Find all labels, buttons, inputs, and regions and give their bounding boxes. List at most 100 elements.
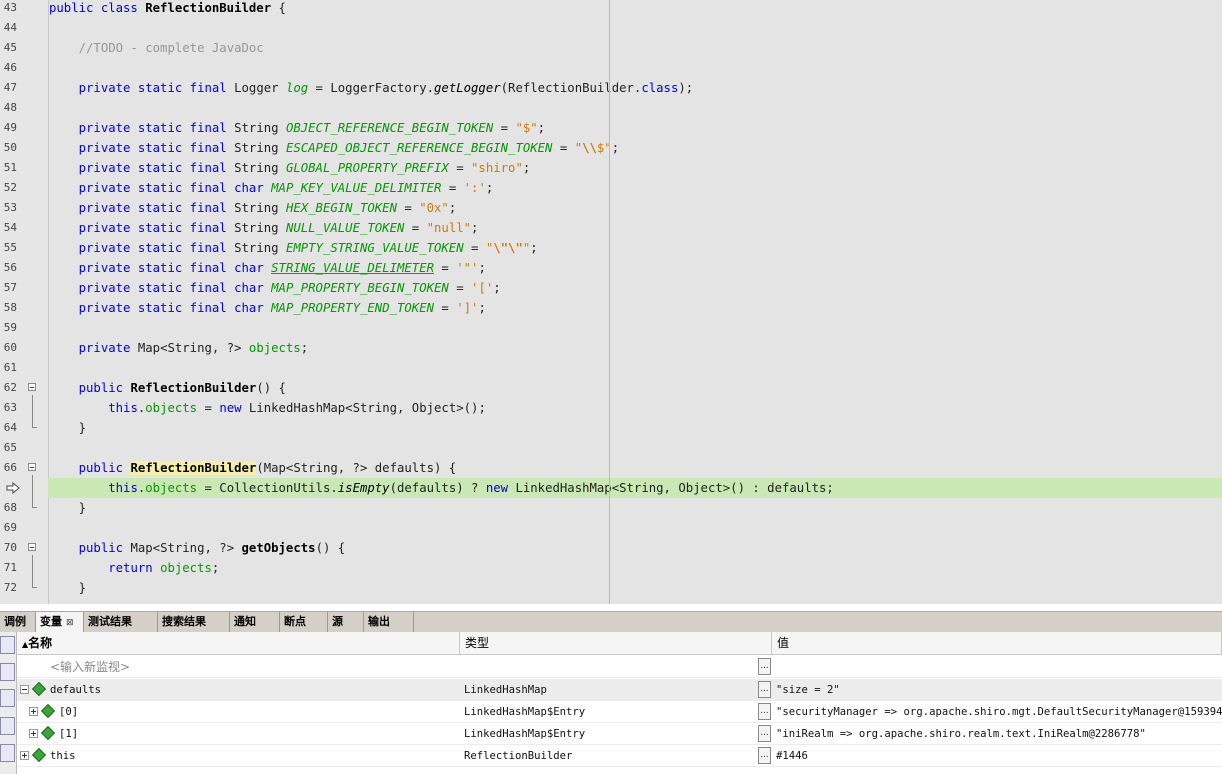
code-line[interactable]: 52 private static final char MAP_KEY_VAL… xyxy=(0,178,1222,198)
line-number: 58 xyxy=(3,301,17,314)
code-line[interactable]: 49 private static final String OBJECT_RE… xyxy=(0,118,1222,138)
variable-row[interactable]: defaults LinkedHashMap ... "size = 2" xyxy=(17,679,1222,701)
code-line[interactable]: 47 private static final Logger log = Log… xyxy=(0,78,1222,98)
code-line[interactable]: 59 xyxy=(0,318,1222,338)
code-line[interactable]: 50 private static final String ESCAPED_O… xyxy=(0,138,1222,158)
code-line[interactable]: 64 } xyxy=(0,418,1222,438)
refresh-icon[interactable] xyxy=(0,717,15,735)
code-line[interactable]: 62 public ReflectionBuilder() { xyxy=(0,378,1222,398)
line-number: 72 xyxy=(3,581,17,594)
code-line[interactable]: 46 xyxy=(0,58,1222,78)
variable-value[interactable]: "iniRealm => org.apache.shiro.realm.text… xyxy=(776,723,1146,745)
tab-call-stack[interactable]: 调例 xyxy=(0,612,36,632)
column-header-type[interactable]: 类型 xyxy=(460,632,772,655)
line-number: 59 xyxy=(3,321,17,334)
current-execution-line[interactable]: this.objects = CollectionUtils.isEmpty(d… xyxy=(0,478,1222,498)
code-line[interactable]: 56 private static final char STRING_VALU… xyxy=(0,258,1222,278)
edit-value-button[interactable]: ... xyxy=(758,681,771,698)
add-watch-icon[interactable] xyxy=(0,689,15,707)
new-watch-row[interactable]: <输入新监视> ... xyxy=(17,656,1222,678)
code-line[interactable]: 51 private static final String GLOBAL_PR… xyxy=(0,158,1222,178)
code-line[interactable]: 68 } xyxy=(0,498,1222,518)
right-margin-guide xyxy=(609,0,610,604)
collapse-icon[interactable] xyxy=(20,685,29,694)
static-filter-icon[interactable] xyxy=(0,663,15,681)
code-text: this.objects = new LinkedHashMap<String,… xyxy=(108,401,486,415)
new-watch-input[interactable]: <输入新监视> xyxy=(50,656,130,678)
code-line[interactable]: 53 private static final String HEX_BEGIN… xyxy=(0,198,1222,218)
variable-value[interactable]: "securityManager => org.apache.shiro.mgt… xyxy=(776,701,1222,723)
variable-row[interactable]: [1] LinkedHashMap$Entry ... "iniRealm =>… xyxy=(17,723,1222,745)
tab-breakpoints[interactable]: 断点 xyxy=(280,612,328,632)
code-line[interactable]: 72 } xyxy=(0,578,1222,598)
edit-value-button[interactable]: ... xyxy=(758,658,771,675)
code-text: private static final String EMPTY_STRING… xyxy=(78,241,538,255)
code-line[interactable]: 48 xyxy=(0,98,1222,118)
code-line[interactable]: 63 this.objects = new LinkedHashMap<Stri… xyxy=(0,398,1222,418)
line-number: 65 xyxy=(3,441,17,454)
program-counter-arrow-icon xyxy=(6,482,20,494)
tab-label: 调例 xyxy=(4,615,26,628)
tab-output[interactable]: 输出 xyxy=(364,612,414,632)
edit-value-button[interactable]: ... xyxy=(758,703,771,720)
expand-icon[interactable] xyxy=(20,751,29,760)
line-number: 69 xyxy=(3,521,17,534)
column-header-name[interactable]: ▲名称 xyxy=(17,632,460,655)
code-line[interactable]: 54 private static final String NULL_VALU… xyxy=(0,218,1222,238)
variable-type: LinkedHashMap$Entry xyxy=(464,706,586,718)
column-header-label: 名称 xyxy=(28,636,53,650)
code-text: this.objects = CollectionUtils.isEmpty(d… xyxy=(108,481,834,495)
code-line[interactable]: 69 xyxy=(0,518,1222,538)
code-text: } xyxy=(49,421,87,435)
code-line[interactable]: 66 public ReflectionBuilder(Map<String, … xyxy=(0,458,1222,478)
watch-filter-icon[interactable] xyxy=(0,636,15,654)
expand-icon[interactable] xyxy=(29,729,38,738)
code-line[interactable]: 71 return objects; xyxy=(0,558,1222,578)
close-icon[interactable]: ⊠ xyxy=(66,618,74,628)
line-number: 55 xyxy=(3,241,17,254)
code-line[interactable]: 58 private static final char MAP_PROPERT… xyxy=(0,298,1222,318)
fold-end xyxy=(32,587,37,588)
variable-value[interactable]: "size = 2" xyxy=(776,679,840,701)
code-line[interactable]: 70 public Map<String, ?> getObjects() { xyxy=(0,538,1222,558)
variable-name: [0] xyxy=(59,706,79,718)
tab-sources[interactable]: 源 xyxy=(328,612,364,632)
variables-toolbar xyxy=(0,632,17,774)
code-text: //TODO - complete JavaDoc xyxy=(78,41,264,55)
tab-test-results[interactable]: 测试结果 xyxy=(84,612,158,632)
line-number: 44 xyxy=(3,21,17,34)
line-number: 62 xyxy=(3,381,17,394)
code-line[interactable]: 55 private static final String EMPTY_STR… xyxy=(0,238,1222,258)
variable-row[interactable]: [0] LinkedHashMap$Entry ... "securityMan… xyxy=(17,701,1222,723)
edit-value-button[interactable]: ... xyxy=(758,725,771,742)
column-header-value[interactable]: 值 xyxy=(772,632,1222,655)
code-line[interactable]: 60 private Map<String, ?> objects; xyxy=(0,338,1222,358)
variable-value[interactable]: #1446 xyxy=(776,745,808,767)
tab-notifications[interactable]: 通知 xyxy=(230,612,280,632)
fold-collapse-icon[interactable] xyxy=(28,383,36,391)
code-text: private static final char MAP_KEY_VALUE_… xyxy=(78,181,494,195)
code-editor[interactable]: 43 public class ReflectionBuilder { 44 45 /… xyxy=(0,0,1222,604)
field-icon xyxy=(31,747,47,763)
code-text: private static final String NULL_VALUE_T… xyxy=(78,221,479,235)
settings-icon[interactable] xyxy=(0,744,15,762)
variables-table: ▲名称 类型 值 <输入新监视> ... defaults LinkedHash… xyxy=(17,632,1222,774)
tab-search-results[interactable]: 搜索结果 xyxy=(158,612,230,632)
line-number: 51 xyxy=(3,161,17,174)
expand-icon[interactable] xyxy=(29,707,38,716)
fold-collapse-icon[interactable] xyxy=(28,463,36,471)
line-number: 68 xyxy=(3,501,17,514)
code-line[interactable]: 45 //TODO - complete JavaDoc xyxy=(0,38,1222,58)
tab-label: 测试结果 xyxy=(88,615,132,628)
variable-row[interactable]: this ReflectionBuilder ... #1446 xyxy=(17,745,1222,767)
variable-type: LinkedHashMap xyxy=(464,684,547,696)
tab-variables[interactable]: 变量 ⊠ xyxy=(36,612,84,632)
field-icon xyxy=(40,703,56,719)
code-line[interactable]: 57 private static final char MAP_PROPERT… xyxy=(0,278,1222,298)
fold-collapse-icon[interactable] xyxy=(28,543,36,551)
code-line[interactable]: 43 public class ReflectionBuilder { xyxy=(0,0,1222,18)
code-line[interactable]: 65 xyxy=(0,438,1222,458)
code-line[interactable]: 61 xyxy=(0,358,1222,378)
code-line[interactable]: 44 xyxy=(0,18,1222,38)
edit-value-button[interactable]: ... xyxy=(758,747,771,764)
